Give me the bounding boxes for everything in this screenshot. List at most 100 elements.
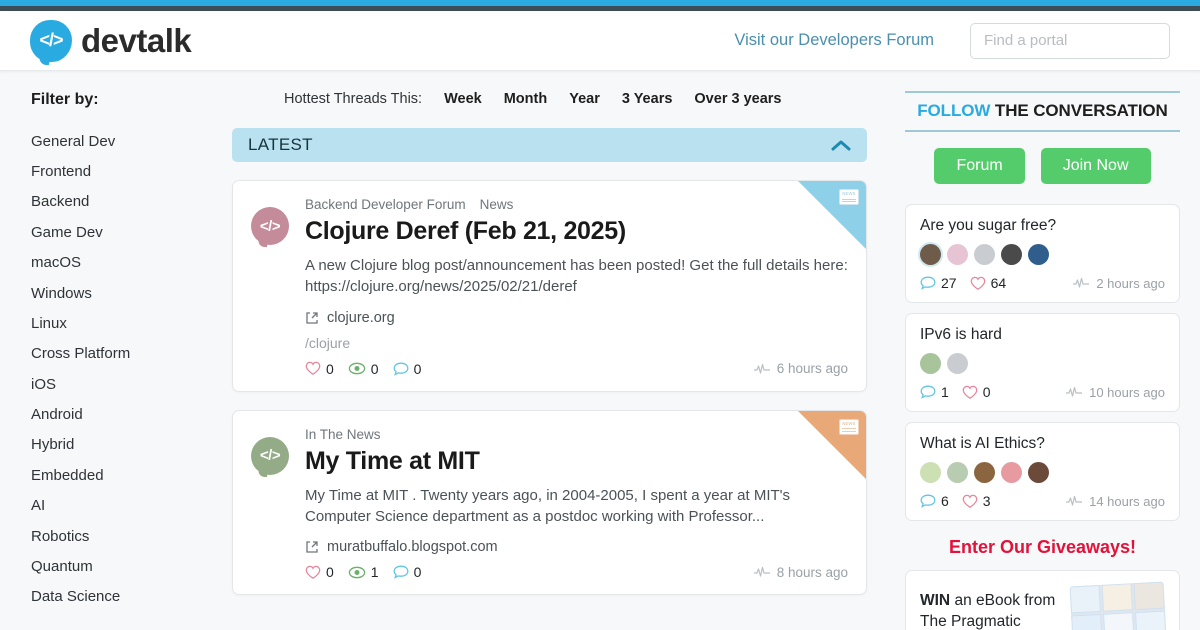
developers-forum-link[interactable]: Visit our Developers Forum xyxy=(734,31,934,50)
post-comments-count: 0 xyxy=(413,360,422,377)
post-views[interactable]: 0 xyxy=(348,361,379,377)
news-badge-label: NEWS xyxy=(842,191,856,196)
sidebar-item-backend[interactable]: Backend xyxy=(31,187,232,217)
chevron-up-icon[interactable] xyxy=(831,139,851,152)
hottest-threads-label: Hottest Threads This: xyxy=(284,91,423,107)
brand-logo-link[interactable]: </> devtalk xyxy=(30,19,192,65)
conversation-card[interactable]: Are you sugar free? 27 64 2 hours ago xyxy=(905,204,1180,303)
conversation-title[interactable]: IPv6 is hard xyxy=(920,326,1165,344)
hottest-option-over-3-years[interactable]: Over 3 years xyxy=(694,91,781,107)
post-avatar: </> xyxy=(251,207,289,247)
post-time: 8 hours ago xyxy=(753,565,848,580)
conversation-likes[interactable]: 3 xyxy=(962,493,991,509)
post-views-count: 1 xyxy=(370,564,379,581)
post-source-label: muratbuffalo.blogspot.com xyxy=(327,539,498,556)
avatar[interactable] xyxy=(947,353,968,374)
conversation-comments[interactable]: 6 xyxy=(920,493,949,509)
sidebar-item-hybrid[interactable]: Hybrid xyxy=(31,430,232,460)
sidebar-item-android[interactable]: Android xyxy=(31,399,232,429)
post-tag[interactable]: News xyxy=(480,197,514,212)
conversation-title[interactable]: What is AI Ethics? xyxy=(920,435,1165,453)
avatar[interactable] xyxy=(974,462,995,483)
conversation-likes[interactable]: 0 xyxy=(962,384,991,400)
post-views[interactable]: 1 xyxy=(348,564,379,580)
hottest-option-month[interactable]: Month xyxy=(504,91,547,107)
post-source[interactable]: muratbuffalo.blogspot.com xyxy=(305,539,848,555)
sidebar-item-quantum[interactable]: Quantum xyxy=(31,551,232,581)
follow-conversation-heading: FOLLOW THE CONVERSATION xyxy=(905,91,1180,132)
sidebar-item-windows[interactable]: Windows xyxy=(31,278,232,308)
filter-sidebar: Filter by: General Dev Frontend Backend … xyxy=(0,71,232,630)
post-title[interactable]: Clojure Deref (Feb 21, 2025) xyxy=(305,217,848,246)
post-body: In The News My Time at MIT My Time at MI… xyxy=(305,427,848,581)
giveaway-heading: Enter Our Giveaways! xyxy=(948,537,1137,557)
post-excerpt: My Time at MIT . Twenty years ago, in 20… xyxy=(305,486,791,525)
post-body: Backend Developer Forum News Clojure Der… xyxy=(305,197,848,377)
conversation-likes-count: 0 xyxy=(982,384,991,400)
avatar[interactable] xyxy=(1001,462,1022,483)
conversation-comments[interactable]: 27 xyxy=(920,275,957,291)
sidebar-item-data-science[interactable]: Data Science xyxy=(31,582,232,612)
conversation-comments[interactable]: 1 xyxy=(920,384,949,400)
sidebar-item-robotics[interactable]: Robotics xyxy=(31,521,232,551)
news-badge-icon: NEWS xyxy=(839,418,859,435)
avatar[interactable] xyxy=(1028,244,1049,265)
conversation-time: 2 hours ago xyxy=(1072,276,1165,291)
hottest-option-year[interactable]: Year xyxy=(569,91,600,107)
heart-icon xyxy=(962,494,978,509)
conversation-stats: 6 3 14 hours ago xyxy=(920,493,1165,509)
post-category[interactable]: In The News xyxy=(305,427,381,442)
giveaway-card[interactable]: WIN an eBook from The Pragmatic xyxy=(905,570,1180,630)
heart-icon xyxy=(962,385,978,400)
post-meta: Backend Developer Forum News xyxy=(305,197,848,212)
avatar[interactable] xyxy=(1028,462,1049,483)
join-now-button[interactable]: Join Now xyxy=(1040,148,1151,184)
conversation-comments-count: 6 xyxy=(941,493,949,509)
post-source[interactable]: clojure.org xyxy=(305,310,848,326)
post-title[interactable]: My Time at MIT xyxy=(305,447,848,476)
post-comments[interactable]: 0 xyxy=(393,564,421,580)
avatar[interactable] xyxy=(920,244,941,265)
comment-icon xyxy=(393,565,409,579)
post-likes[interactable]: 0 xyxy=(305,564,334,580)
filter-title: Filter by: xyxy=(31,91,99,108)
avatar[interactable] xyxy=(920,353,941,374)
avatar[interactable] xyxy=(1001,244,1022,265)
sidebar-item-linux[interactable]: Linux xyxy=(31,308,232,338)
latest-section-header[interactable]: LATEST xyxy=(232,128,867,162)
avatar[interactable] xyxy=(947,462,968,483)
latest-label: LATEST xyxy=(248,135,313,154)
hottest-option-3-years[interactable]: 3 Years xyxy=(622,91,673,107)
conversation-card[interactable]: What is AI Ethics? 6 3 14 hours ago xyxy=(905,422,1180,521)
avatar[interactable] xyxy=(974,244,995,265)
conversation-comments-count: 1 xyxy=(941,384,949,400)
sidebar-item-ios[interactable]: iOS xyxy=(31,369,232,399)
forum-button[interactable]: Forum xyxy=(934,148,1025,184)
sidebar-item-game-dev[interactable]: Game Dev xyxy=(31,217,232,247)
hottest-option-week[interactable]: Week xyxy=(444,91,482,107)
conversation-card[interactable]: IPv6 is hard 1 0 10 hours ago xyxy=(905,313,1180,412)
avatar[interactable] xyxy=(947,244,968,265)
post-card[interactable]: NEWS </> In The News My Time at MIT My T… xyxy=(232,409,867,596)
conversation-title[interactable]: Are you sugar free? xyxy=(920,217,1165,235)
pulse-icon xyxy=(1072,277,1090,289)
conversation-stats: 27 64 2 hours ago xyxy=(920,275,1165,291)
pulse-icon xyxy=(1065,386,1083,398)
post-excerpt: A new Clojure blog post/announcement has… xyxy=(305,257,848,296)
sidebar-item-macos[interactable]: macOS xyxy=(31,248,232,278)
pulse-icon xyxy=(753,566,771,578)
post-time-label: 6 hours ago xyxy=(776,361,848,377)
post-category[interactable]: Backend Developer Forum xyxy=(305,197,466,212)
sidebar-item-frontend[interactable]: Frontend xyxy=(31,156,232,186)
sidebar-item-ai[interactable]: AI xyxy=(31,491,232,521)
post-likes[interactable]: 0 xyxy=(305,361,334,377)
post-comments[interactable]: 0 xyxy=(393,360,422,377)
conversation-likes[interactable]: 64 xyxy=(970,275,1006,291)
post-time: 6 hours ago xyxy=(753,361,848,376)
portal-search-input[interactable] xyxy=(970,22,1170,59)
sidebar-item-embedded[interactable]: Embedded xyxy=(31,460,232,490)
sidebar-item-general-dev[interactable]: General Dev xyxy=(31,126,232,156)
avatar[interactable] xyxy=(920,462,941,483)
post-card[interactable]: NEWS </> Backend Developer Forum News Cl… xyxy=(232,180,867,392)
sidebar-item-cross-platform[interactable]: Cross Platform xyxy=(31,339,232,369)
